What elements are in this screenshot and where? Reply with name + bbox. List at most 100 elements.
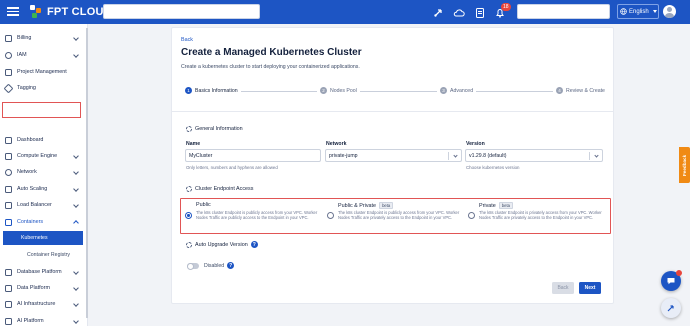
menu-icon[interactable] — [6, 5, 20, 19]
sidebar-item-load-balancer[interactable]: Load Balancer — [0, 198, 84, 212]
sidebar-item-tagging[interactable]: Tagging — [0, 81, 84, 95]
sidebar-item-containers[interactable]: Containers — [0, 215, 84, 229]
document-icon[interactable] — [474, 6, 486, 18]
help-icon[interactable]: ? — [227, 262, 235, 269]
step-review-create[interactable]: 4 Review & Create — [553, 87, 608, 94]
sidebar-item-kubernetes[interactable]: Kubernetes — [3, 231, 83, 245]
rocket-icon — [667, 305, 674, 312]
chevron-down-icon — [73, 186, 79, 192]
network-select[interactable]: private-jump — [325, 149, 462, 162]
sidebar-item-billing[interactable]: Billing — [0, 31, 84, 45]
step-label: Advanced — [450, 87, 474, 94]
radio-unselected[interactable] — [468, 212, 475, 219]
step-nodes-pool[interactable]: 2 Nodes Pool — [317, 87, 360, 94]
step-number: 4 — [556, 87, 563, 94]
step-basics-information[interactable]: 1 Basics Information — [182, 87, 241, 94]
tag-icon — [3, 83, 14, 93]
section-title: General Information — [195, 126, 243, 132]
option-description: The k8s cluster Endpoint is publicly acc… — [196, 210, 318, 221]
chat-support-button[interactable] — [661, 270, 682, 291]
section-divider — [172, 111, 613, 112]
name-label: Name — [186, 141, 201, 147]
sidebar-item-label: Containers — [17, 219, 44, 225]
sidebar-item-dashboard[interactable]: Dashboard — [0, 133, 84, 147]
sidebar-item-compute-engine[interactable]: Compute Engine — [0, 149, 84, 163]
sidebar-item-ai-infrastructure[interactable]: AI Infrastructure — [0, 297, 84, 311]
project-icon — [5, 68, 12, 76]
step-advanced[interactable]: 3 Advanced — [437, 87, 477, 94]
chevron-down-icon — [73, 169, 79, 175]
chevron-down-icon — [652, 10, 657, 13]
containers-icon — [5, 218, 12, 226]
ai-infrastructure-icon — [5, 300, 12, 308]
top-search-input[interactable] — [103, 4, 260, 19]
chevron-down-icon — [73, 35, 79, 41]
sidebar-item-label: Load Balancer — [17, 202, 52, 208]
general-information-heading: General Information — [186, 126, 243, 132]
version-hint: Choose kubernetes version — [466, 165, 520, 170]
chevron-down-icon — [73, 202, 79, 208]
sidebar-item-label: Kubernetes — [21, 235, 48, 241]
fpt-cloud-logo[interactable]: FPT CLOUD — [30, 4, 112, 20]
radio-selected[interactable] — [185, 212, 192, 219]
select-separator — [589, 152, 590, 160]
step-number: 2 — [320, 87, 327, 94]
auto-upgrade-toggle[interactable] — [187, 262, 199, 270]
feedback-tab[interactable]: Feedback — [679, 147, 690, 183]
stepper-line — [189, 91, 602, 92]
sidebar-item-ai-platform[interactable]: AI Platform — [0, 314, 84, 326]
sidebar-item-label: Compute Engine — [17, 153, 58, 159]
help-icon[interactable]: ? — [250, 241, 258, 248]
sidebar-item-label: Auto Scaling — [17, 186, 48, 192]
cloud-upload-icon[interactable] — [453, 6, 465, 18]
name-hint: Only letters, numbers and hyphens are al… — [186, 165, 278, 170]
sidebar-item-database-platform[interactable]: Database Platform — [0, 265, 84, 279]
sidebar-scrollbar[interactable] — [86, 28, 88, 318]
version-label: Version — [466, 141, 485, 147]
user-avatar[interactable] — [663, 5, 676, 18]
load-balancer-icon — [5, 201, 12, 209]
toggle-state-label: Disabled — [204, 262, 225, 269]
next-button[interactable]: Next — [579, 282, 601, 294]
chevron-down-icon — [73, 285, 79, 291]
page-subtitle: Create a kubernetes cluster to start dep… — [181, 64, 360, 70]
sidebar-item-data-platform[interactable]: Data Platform — [0, 281, 84, 295]
step-number: 1 — [185, 87, 192, 94]
sidebar-item-auto-scaling[interactable]: Auto Scaling — [0, 182, 84, 196]
sidebar-item-label: Billing — [17, 35, 32, 41]
sidebar-item-container-registry[interactable]: Container Registry — [9, 248, 93, 262]
beta-badge: beta — [379, 202, 394, 209]
language-selector[interactable]: English — [617, 4, 659, 19]
sidebar-item-network[interactable]: Network — [0, 165, 84, 179]
database-icon — [5, 268, 12, 276]
page-title: Create a Managed Kubernetes Cluster — [181, 47, 362, 58]
network-value: private-jump — [329, 152, 358, 159]
beta-badge: beta — [498, 202, 513, 209]
chevron-up-icon — [73, 220, 79, 226]
back-button[interactable]: Back — [552, 282, 574, 294]
bell-icon[interactable]: 18 — [494, 3, 511, 18]
back-link[interactable]: Back — [181, 37, 193, 43]
project-selector-input[interactable] — [517, 4, 610, 19]
logo-mark-icon — [30, 5, 44, 19]
highlighted-empty-region — [2, 102, 81, 118]
sidebar-item-project-management[interactable]: Project Management — [0, 65, 84, 79]
launch-assistant-button[interactable] — [661, 298, 681, 318]
rocket-icon[interactable] — [432, 6, 444, 18]
top-navigation-bar: FPT CLOUD 18 English — [0, 0, 690, 24]
chevron-down-icon — [453, 153, 458, 158]
version-value: v1.29.8 (default) — [469, 152, 507, 159]
cluster-endpoint-access-heading: Cluster Endpoint Access — [186, 186, 253, 192]
sidebar-item-iam[interactable]: IAM — [0, 48, 84, 62]
chevron-down-icon — [73, 318, 79, 324]
auto-scaling-icon — [5, 185, 12, 193]
version-select[interactable]: v1.29.8 (default) — [465, 149, 603, 162]
chevron-down-icon — [73, 153, 79, 159]
sidebar-item-label: Project Management — [17, 69, 67, 75]
ai-platform-icon — [5, 317, 12, 325]
network-icon — [5, 168, 12, 176]
endpoint-options-box: Public The k8s cluster Endpoint is publi… — [180, 198, 611, 234]
billing-icon — [5, 34, 12, 42]
cluster-name-input[interactable]: MyCluster — [185, 149, 321, 162]
radio-unselected[interactable] — [327, 212, 334, 219]
